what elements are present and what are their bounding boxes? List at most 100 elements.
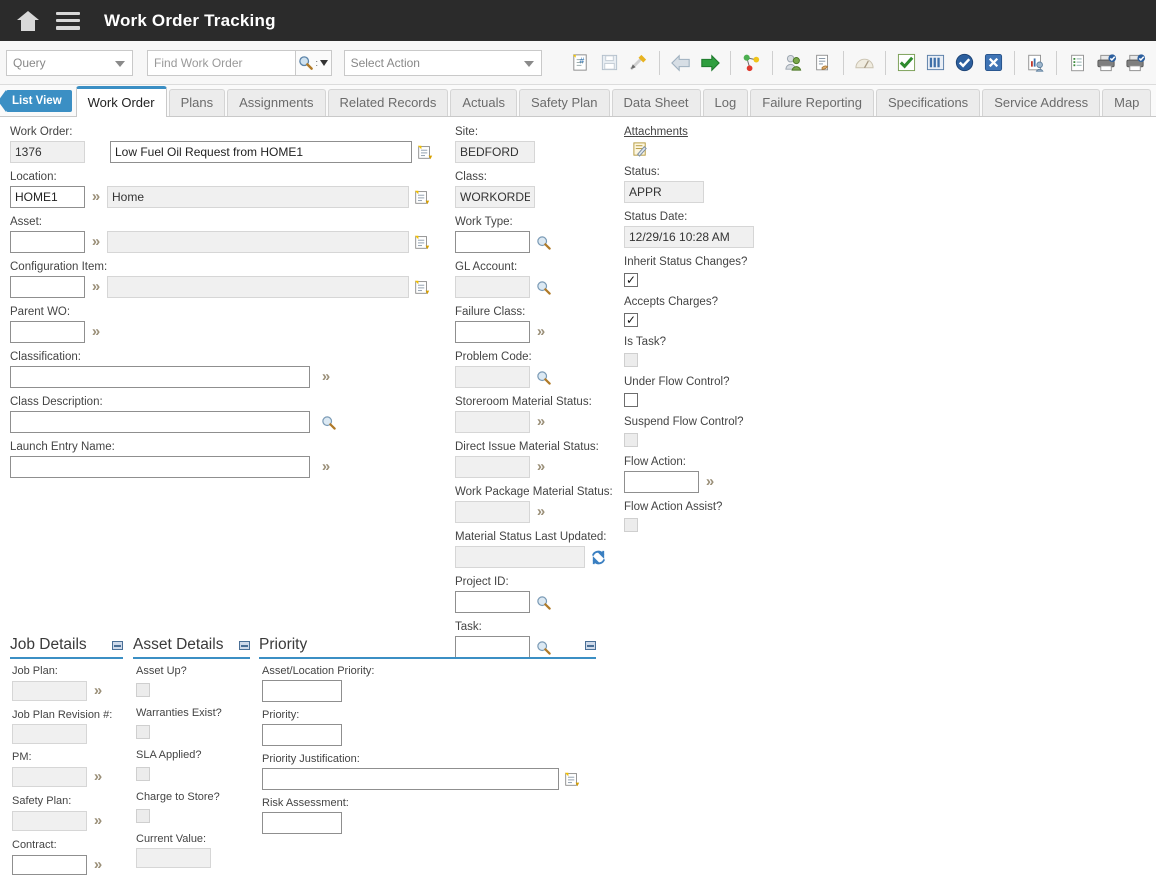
complete-button[interactable]: [950, 48, 979, 78]
hamburger-menu-icon[interactable]: [48, 0, 88, 41]
direct-issue-material-status-chevron-icon[interactable]: »: [530, 456, 552, 478]
search-button[interactable]: :: [295, 49, 332, 76]
work-package-material-status-input[interactable]: [455, 501, 530, 523]
work-order-id-input[interactable]: [10, 141, 85, 163]
tab-data-sheet[interactable]: Data Sheet: [611, 89, 701, 116]
location-detail-menu-icon[interactable]: [409, 188, 435, 206]
location-id-input[interactable]: [10, 186, 85, 208]
direct-issue-material-status-input[interactable]: [455, 456, 530, 478]
classification-input[interactable]: [10, 366, 310, 388]
select-action-dropdown[interactable]: Select Action: [343, 49, 542, 76]
ledger-person-button[interactable]: [1021, 48, 1050, 78]
problem-code-input[interactable]: [455, 366, 530, 388]
tab-map[interactable]: Map: [1102, 89, 1152, 116]
safety-plan-chevron-icon[interactable]: »: [87, 810, 109, 832]
job-plan-revision-input[interactable]: [12, 724, 87, 744]
clear-changes-button[interactable]: [624, 48, 653, 78]
job-plan-input[interactable]: [12, 681, 87, 701]
gauge-button[interactable]: [850, 48, 879, 78]
flow-action-assist-checkbox[interactable]: [624, 518, 638, 532]
pm-chevron-icon[interactable]: »: [87, 766, 109, 788]
charge-to-store-checkbox[interactable]: [136, 809, 150, 823]
inherit-status-changes-checkbox[interactable]: ✓: [624, 273, 638, 287]
is-task-checkbox[interactable]: [624, 353, 638, 367]
priority-justification-input[interactable]: [262, 768, 559, 790]
project-id-input[interactable]: [455, 591, 530, 613]
list-report-button[interactable]: [1063, 48, 1092, 78]
suspend-flow-control-checkbox[interactable]: [624, 433, 638, 447]
material-status-last-updated-input[interactable]: [455, 546, 585, 568]
home-icon[interactable]: [8, 0, 48, 41]
gl-account-input[interactable]: [455, 276, 530, 298]
work-type-input[interactable]: [455, 231, 530, 253]
asset-description-input[interactable]: [107, 231, 409, 253]
class-input[interactable]: [455, 186, 535, 208]
accepts-charges-checkbox[interactable]: ✓: [624, 313, 638, 327]
configuration-item-description-input[interactable]: [107, 276, 409, 298]
flow-action-chevron-icon[interactable]: »: [699, 471, 721, 493]
collapse-icon[interactable]: [239, 640, 250, 650]
tab-plans[interactable]: Plans: [168, 89, 226, 116]
storeroom-material-status-chevron-icon[interactable]: »: [530, 411, 552, 433]
save-button[interactable]: [595, 48, 624, 78]
collapse-icon[interactable]: [585, 640, 596, 650]
new-work-order-button[interactable]: #: [566, 48, 595, 78]
job-plan-chevron-icon[interactable]: »: [87, 680, 109, 702]
launch-entry-name-input[interactable]: [10, 456, 310, 478]
parent-wo-chevron-icon[interactable]: »: [85, 321, 107, 343]
priority-input[interactable]: [262, 724, 342, 746]
launch-entry-chevron-icon[interactable]: »: [315, 456, 337, 478]
work-package-material-status-chevron-icon[interactable]: »: [530, 501, 552, 523]
asset-location-priority-input[interactable]: [262, 680, 342, 702]
failure-class-input[interactable]: [455, 321, 530, 343]
tab-work-order[interactable]: Work Order: [75, 86, 167, 117]
configuration-item-id-input[interactable]: [10, 276, 85, 298]
safety-plan-input[interactable]: [12, 811, 87, 831]
close-button[interactable]: [979, 48, 1008, 78]
location-description-input[interactable]: [107, 186, 409, 208]
asset-id-input[interactable]: [10, 231, 85, 253]
status-date-input[interactable]: [624, 226, 754, 248]
work-order-description-input[interactable]: [110, 141, 412, 163]
storeroom-material-status-input[interactable]: [455, 411, 530, 433]
collapse-icon[interactable]: [112, 640, 123, 650]
contract-chevron-icon[interactable]: »: [87, 854, 109, 876]
tab-log[interactable]: Log: [702, 89, 749, 116]
view-history-button[interactable]: [808, 48, 837, 78]
work-order-detail-menu-icon[interactable]: [412, 143, 438, 161]
under-flow-control-checkbox[interactable]: [624, 393, 638, 407]
list-view-button[interactable]: List View: [0, 90, 72, 112]
assignment-manager-button[interactable]: [779, 48, 808, 78]
current-value-input[interactable]: [136, 848, 211, 868]
warranties-exist-checkbox[interactable]: [136, 725, 150, 739]
pm-input[interactable]: [12, 767, 87, 787]
tab-assignments[interactable]: Assignments: [227, 89, 326, 116]
flow-action-input[interactable]: [624, 471, 699, 493]
asset-detail-menu-icon[interactable]: [409, 233, 435, 251]
print-button[interactable]: [1092, 48, 1121, 78]
configuration-item-chevron-icon[interactable]: »: [85, 276, 107, 298]
project-id-search-icon[interactable]: [530, 595, 556, 610]
status-input[interactable]: [624, 181, 704, 203]
work-type-search-icon[interactable]: [530, 235, 556, 250]
find-work-order-input[interactable]: Find Work Order: [147, 49, 296, 76]
site-input[interactable]: [455, 141, 535, 163]
tab-actuals[interactable]: Actuals: [450, 89, 517, 116]
failure-class-chevron-icon[interactable]: »: [530, 321, 552, 343]
query-select[interactable]: Query: [6, 49, 134, 76]
workflow-button[interactable]: [737, 48, 766, 78]
print-preview-button[interactable]: [1121, 48, 1150, 78]
refresh-icon[interactable]: [585, 549, 611, 566]
contract-input[interactable]: [12, 855, 87, 875]
priority-justification-detail-menu-icon[interactable]: [559, 770, 585, 788]
parent-wo-input[interactable]: [10, 321, 85, 343]
tab-specifications[interactable]: Specifications: [875, 89, 981, 116]
attachment-note-icon[interactable]: [632, 141, 649, 158]
report-button[interactable]: [921, 48, 950, 78]
previous-record-button[interactable]: [666, 48, 695, 78]
risk-assessment-input[interactable]: [262, 812, 342, 834]
approve-button[interactable]: [892, 48, 921, 78]
tab-safety-plan[interactable]: Safety Plan: [519, 89, 610, 116]
class-description-input[interactable]: [10, 411, 310, 433]
asset-up-checkbox[interactable]: [136, 683, 150, 697]
